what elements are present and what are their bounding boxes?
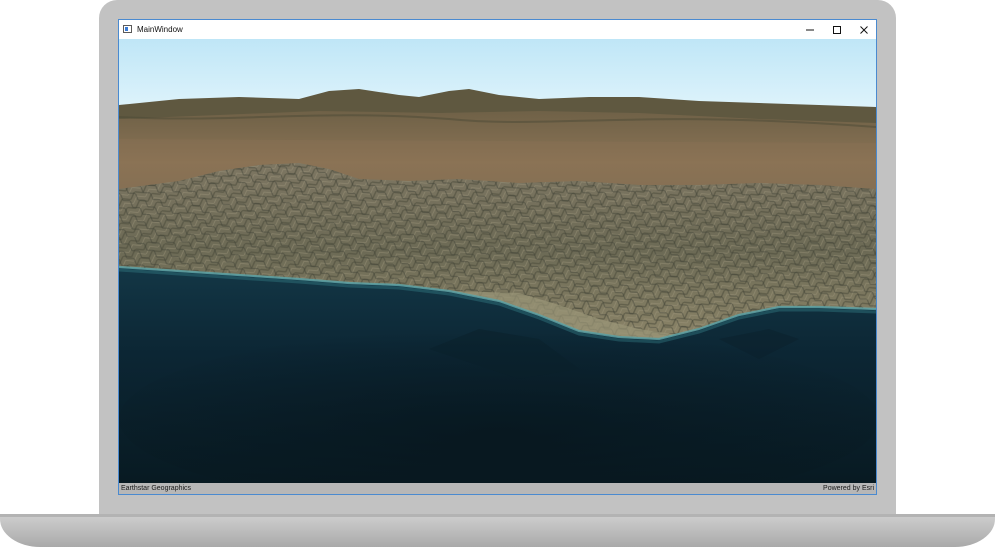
minimize-icon — [805, 29, 814, 30]
close-icon — [859, 25, 868, 34]
main-window: MainWindow Earthstar Geographics Powered… — [118, 19, 877, 495]
maximize-icon — [832, 25, 841, 34]
attribution-bar: Earthstar Geographics Powered by Esri — [119, 483, 876, 494]
title-bar[interactable]: MainWindow — [119, 20, 876, 39]
laptop-base — [0, 514, 995, 547]
attribution-text: Earthstar Geographics — [121, 485, 192, 492]
scene-view[interactable] — [119, 39, 876, 483]
maximize-button[interactable] — [823, 20, 850, 39]
laptop-base-edge — [0, 514, 995, 517]
close-button[interactable] — [850, 20, 877, 39]
minimize-button[interactable] — [796, 20, 823, 39]
powered-by-text[interactable]: Powered by Esri — [823, 483, 874, 494]
terrain-scene — [119, 39, 876, 483]
app-window-icon — [123, 25, 132, 33]
window-title: MainWindow — [137, 25, 183, 34]
